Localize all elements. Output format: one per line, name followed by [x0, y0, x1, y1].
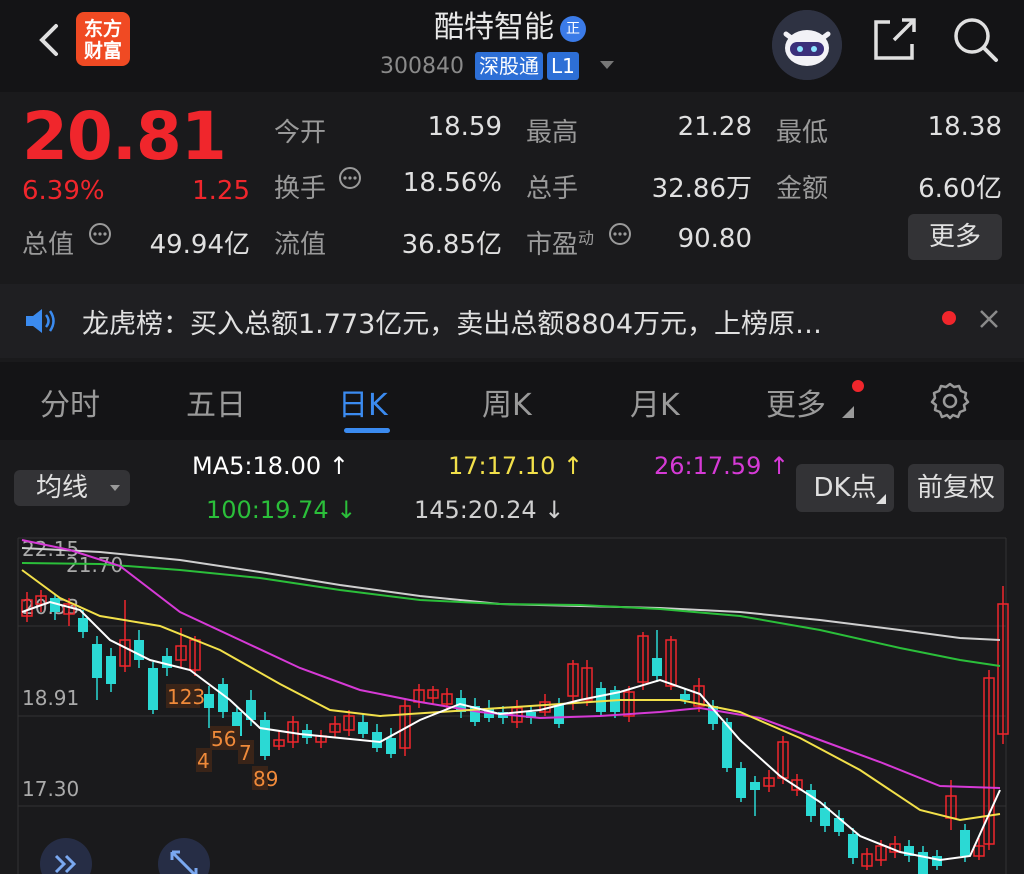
- last-price: 20.81: [22, 98, 227, 175]
- volume-label: 总手: [526, 174, 579, 204]
- ma26-readout: 26:17.59 ↑: [654, 452, 790, 480]
- candle-body: [820, 808, 830, 826]
- float-value: 36.85亿: [401, 230, 502, 260]
- candle-body: [750, 782, 760, 790]
- candle-body: [162, 656, 172, 668]
- mktcap-value: 49.94亿: [149, 230, 250, 260]
- candle-body: [596, 688, 606, 712]
- turnover-value: 18.56%: [402, 168, 502, 198]
- amount-label: 金额: [776, 174, 829, 204]
- candle-body: [78, 618, 88, 632]
- app-logo: 东方 财富: [76, 12, 130, 66]
- corner-triangle-icon: [876, 494, 886, 504]
- info-icon[interactable]: [608, 222, 632, 246]
- low-value: 18.38: [927, 112, 1002, 142]
- tab-more-dot: [852, 380, 864, 392]
- speaker-icon: [26, 309, 55, 333]
- connect-tag: 深股通: [474, 52, 543, 80]
- tab-daily-k[interactable]: 日K: [338, 380, 388, 424]
- change-percent: 6.39%: [22, 176, 105, 206]
- info-icon[interactable]: [338, 166, 362, 190]
- close-icon[interactable]: [978, 308, 1000, 330]
- ma5-readout: MA5:18.00 ↑: [192, 452, 349, 480]
- chevron-down-icon[interactable]: [599, 61, 614, 69]
- candle-body: [204, 694, 214, 708]
- ma100-line: [21, 562, 1001, 667]
- candle-body: [260, 720, 270, 756]
- candle-body: [680, 694, 690, 700]
- robot-assistant-icon[interactable]: [772, 10, 842, 80]
- candle-body: [92, 644, 102, 678]
- candle-body: [106, 656, 116, 684]
- info-icon[interactable]: [88, 222, 112, 246]
- stock-title: 酷特智能正: [360, 2, 660, 46]
- share-icon[interactable]: [870, 14, 920, 64]
- seq-label: 56: [211, 727, 236, 751]
- adjust-button[interactable]: 前复权: [908, 464, 1004, 512]
- y-label-18: 18.91: [22, 686, 79, 710]
- candle-body: [386, 738, 396, 754]
- gear-icon[interactable]: [930, 380, 970, 420]
- active-tab-indicator: [344, 428, 390, 433]
- stock-code-row[interactable]: 300840 深股通 L1: [380, 52, 614, 80]
- seq-label: 89: [253, 767, 278, 791]
- arrow-up-icon: ↑: [768, 452, 790, 480]
- dk-point-button[interactable]: DK点: [796, 464, 894, 512]
- mktcap-label: 总值: [22, 230, 75, 260]
- candle-body: [736, 768, 746, 798]
- turnover-label: 换手: [274, 174, 327, 204]
- low-label: 最低: [776, 118, 829, 148]
- high-label: 最高: [526, 118, 579, 148]
- tab-more[interactable]: 更多: [766, 380, 826, 424]
- change-amount: 1.25: [192, 176, 250, 206]
- arrow-down-icon: ↓: [336, 496, 357, 524]
- arrow-up-icon: ↑: [562, 452, 584, 480]
- arrow-down-icon: ↓: [544, 496, 565, 524]
- pe-label: 市盈动: [526, 228, 595, 260]
- stock-name: 酷特智能: [434, 10, 554, 45]
- search-icon[interactable]: [950, 14, 1000, 64]
- seq-label: 4: [197, 749, 210, 773]
- high-value: 21.28: [677, 112, 752, 142]
- seq-label: 123: [167, 685, 205, 709]
- tab-five-day[interactable]: 五日: [186, 380, 246, 424]
- candle-body: [652, 658, 662, 676]
- more-button[interactable]: 更多: [908, 214, 1002, 260]
- y-label-17: 17.30: [22, 777, 79, 801]
- tab-monthly-k[interactable]: 月K: [630, 380, 680, 424]
- ma17-readout: 17:17.10 ↑: [448, 452, 584, 480]
- arrow-up-icon: ↑: [328, 452, 349, 480]
- candle-body: [358, 722, 368, 734]
- candle-body: [372, 732, 382, 748]
- ma5-line: [21, 600, 1001, 862]
- tab-weekly-k[interactable]: 周K: [482, 380, 532, 424]
- ma145-readout: 145:20.24 ↓: [414, 496, 565, 524]
- chevron-down-icon: [110, 485, 120, 491]
- candle-body: [960, 830, 970, 856]
- seq-label: 7: [239, 741, 252, 765]
- kline-chart[interactable]: 22.15 21.70 20.53 18.91 17.30 123 4 56 7…: [0, 530, 1024, 874]
- unread-dot: [942, 311, 956, 325]
- amount-value: 6.60亿: [918, 174, 1002, 204]
- candle-body: [148, 668, 158, 710]
- ma100-readout: 100:19.74 ↓: [206, 496, 357, 524]
- tab-intraday[interactable]: 分时: [40, 380, 100, 424]
- candle-body: [932, 856, 942, 866]
- open-value: 18.59: [427, 112, 502, 142]
- stock-code: 300840: [380, 54, 464, 79]
- ma-selector[interactable]: 均线: [14, 470, 130, 506]
- back-arrow-icon[interactable]: [30, 20, 70, 60]
- float-label: 流值: [274, 230, 327, 260]
- verified-badge: 正: [560, 16, 586, 42]
- level-tag: L1: [546, 52, 579, 80]
- expand-icon[interactable]: [40, 838, 92, 874]
- volume-value: 32.86万: [651, 174, 752, 204]
- pe-value: 90.80: [677, 224, 752, 254]
- open-label: 今开: [274, 118, 327, 148]
- fullscreen-icon[interactable]: [158, 838, 210, 874]
- notice-text: 龙虎榜：买入总额1.773亿元，卖出总额8804万元，上榜原…: [82, 309, 823, 340]
- candle-body: [848, 834, 858, 858]
- corner-triangle-icon: [842, 406, 854, 418]
